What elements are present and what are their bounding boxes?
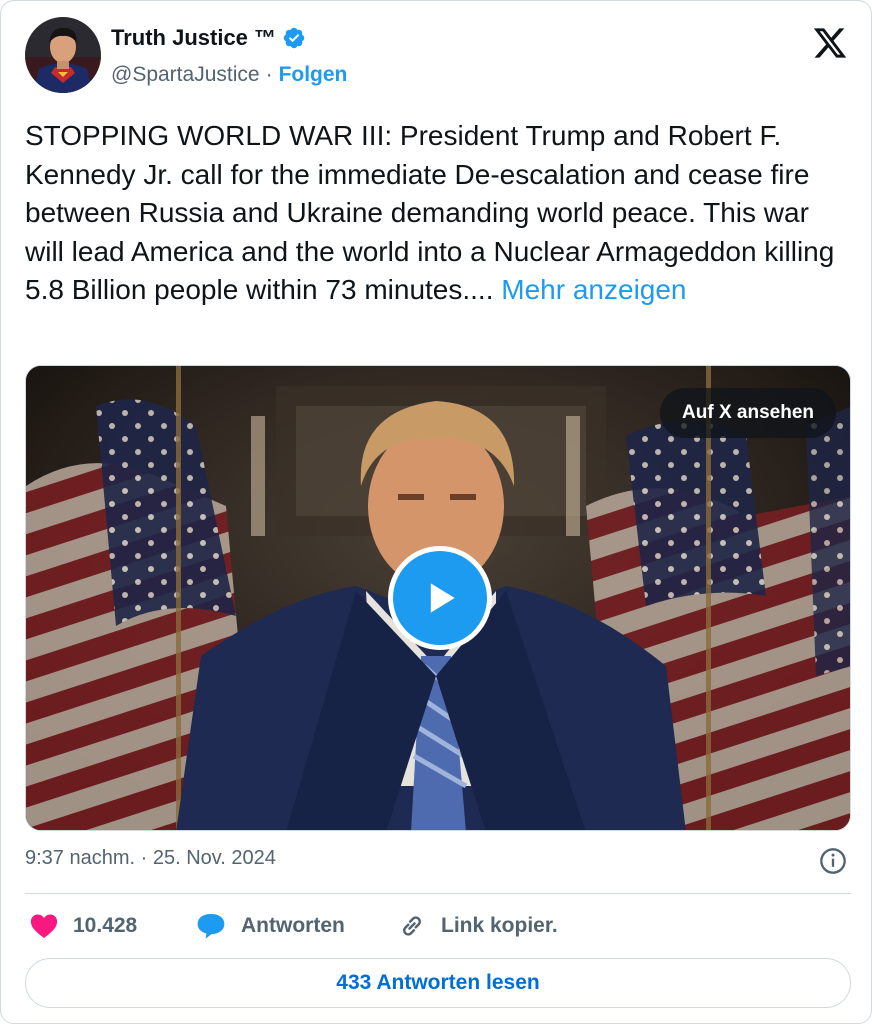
copy-link-button[interactable]: Link kopier. bbox=[397, 909, 558, 943]
video-media[interactable]: Auf X ansehen bbox=[25, 365, 851, 831]
follow-link[interactable]: Folgen bbox=[279, 63, 348, 87]
play-button[interactable] bbox=[388, 546, 492, 650]
play-icon bbox=[430, 583, 455, 613]
author-name-text: Truth Justice ™ bbox=[111, 25, 277, 50]
handle-separator: · bbox=[265, 63, 273, 86]
author-handle[interactable]: @SpartaJustice bbox=[111, 63, 260, 87]
avatar[interactable] bbox=[25, 17, 101, 93]
watch-on-x-button[interactable]: Auf X ansehen bbox=[660, 388, 836, 438]
divider bbox=[25, 893, 851, 894]
tweet-body: STOPPING WORLD WAR III: President Trump … bbox=[25, 120, 835, 305]
tweet-timestamp[interactable]: 9:37 nachm. · 25. Nov. 2024 bbox=[25, 847, 276, 870]
copy-link-label: Link kopier. bbox=[441, 914, 558, 937]
like-count: 10.428 bbox=[73, 914, 138, 937]
author-handle-line: @SpartaJustice · Folgen bbox=[111, 63, 347, 87]
read-replies-button[interactable]: 433 Antworten lesen bbox=[25, 958, 851, 1008]
x-logo-icon[interactable] bbox=[811, 25, 849, 61]
tweet-embed-card: Truth Justice ™ @SpartaJustice · Folgen … bbox=[0, 0, 872, 1024]
author-name[interactable]: Truth Justice ™ bbox=[111, 25, 306, 51]
reply-label: Antworten bbox=[241, 914, 345, 937]
tweet-text: STOPPING WORLD WAR III: President Trump … bbox=[25, 117, 855, 310]
heart-icon bbox=[30, 914, 58, 938]
like-button[interactable]: 10.428 bbox=[29, 909, 137, 943]
verified-badge-icon bbox=[283, 27, 305, 49]
reply-button[interactable]: Antworten bbox=[195, 909, 345, 943]
link-icon bbox=[403, 916, 421, 936]
show-more-link[interactable]: Mehr anzeigen bbox=[501, 274, 686, 305]
reply-bubble-icon bbox=[197, 914, 225, 939]
info-icon[interactable] bbox=[819, 847, 847, 875]
